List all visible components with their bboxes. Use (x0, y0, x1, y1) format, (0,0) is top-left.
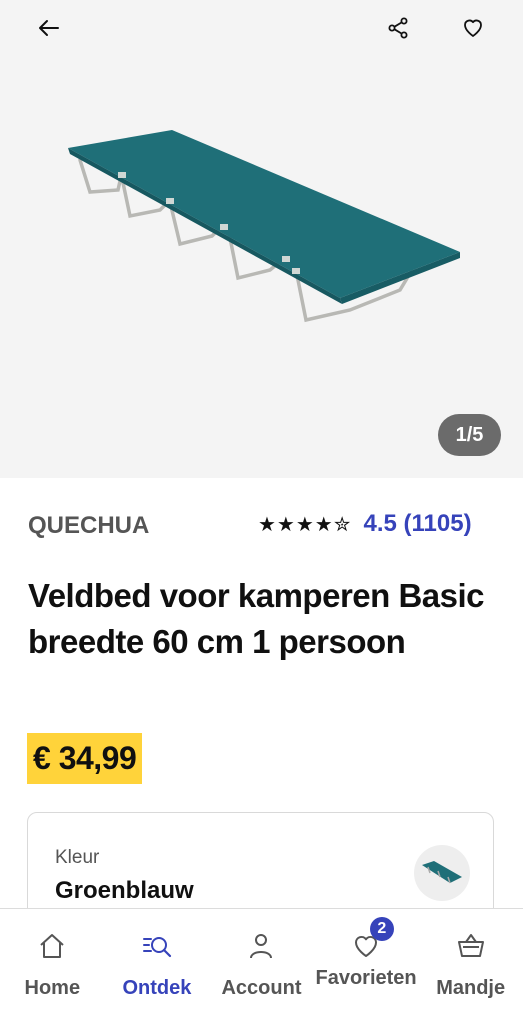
rating-value[interactable]: 4.5 (1105) (363, 510, 471, 538)
share-icon (388, 17, 408, 39)
back-button[interactable] (29, 8, 69, 48)
nav-favorites-label: Favorieten (315, 967, 417, 989)
nav-cart-label: Mandje (436, 977, 506, 999)
heart-icon (464, 19, 482, 37)
nav-account[interactable]: Account (209, 909, 314, 1025)
user-icon (244, 929, 278, 963)
cot-thumbnail-icon (422, 861, 462, 884)
nav-home-label: Home (24, 977, 81, 999)
color-label: Kleur (55, 847, 100, 868)
nav-ontdek-label: Ontdek (122, 977, 192, 999)
nav-favorites[interactable]: 2 Favorieten (314, 909, 419, 1025)
discover-search-icon (140, 929, 174, 963)
home-icon (35, 929, 69, 963)
basket-icon (454, 929, 488, 963)
product-price: € 34,99 (27, 733, 143, 784)
nav-cart[interactable]: Mandje (418, 909, 523, 1025)
favorites-count-badge: 2 (369, 917, 394, 941)
nav-account-label: Account (221, 977, 302, 999)
share-button[interactable] (378, 8, 418, 48)
brand-name[interactable]: QUECHUA (28, 512, 149, 540)
image-counter: 1/5 (438, 414, 501, 456)
nav-home[interactable]: Home (0, 909, 105, 1025)
bottom-navigation: Home Ontdek Account 2 Favorieten Mandje (0, 908, 523, 1025)
product-image (68, 130, 460, 323)
color-thumbnail[interactable] (414, 845, 470, 901)
favorite-button[interactable] (453, 8, 493, 48)
rating-stars: ★★★★✮ (258, 513, 352, 536)
nav-ontdek[interactable]: Ontdek (105, 909, 210, 1025)
arrow-left-icon (39, 20, 59, 36)
rating-summary[interactable]: ★★★★✮ 4.5 (1105) (258, 510, 472, 538)
product-title: Veldbed voor kamperen Basic breedte 60 c… (28, 577, 485, 660)
product-gallery[interactable]: 1/5 (0, 0, 523, 478)
color-value: Groenblauw (55, 877, 194, 904)
